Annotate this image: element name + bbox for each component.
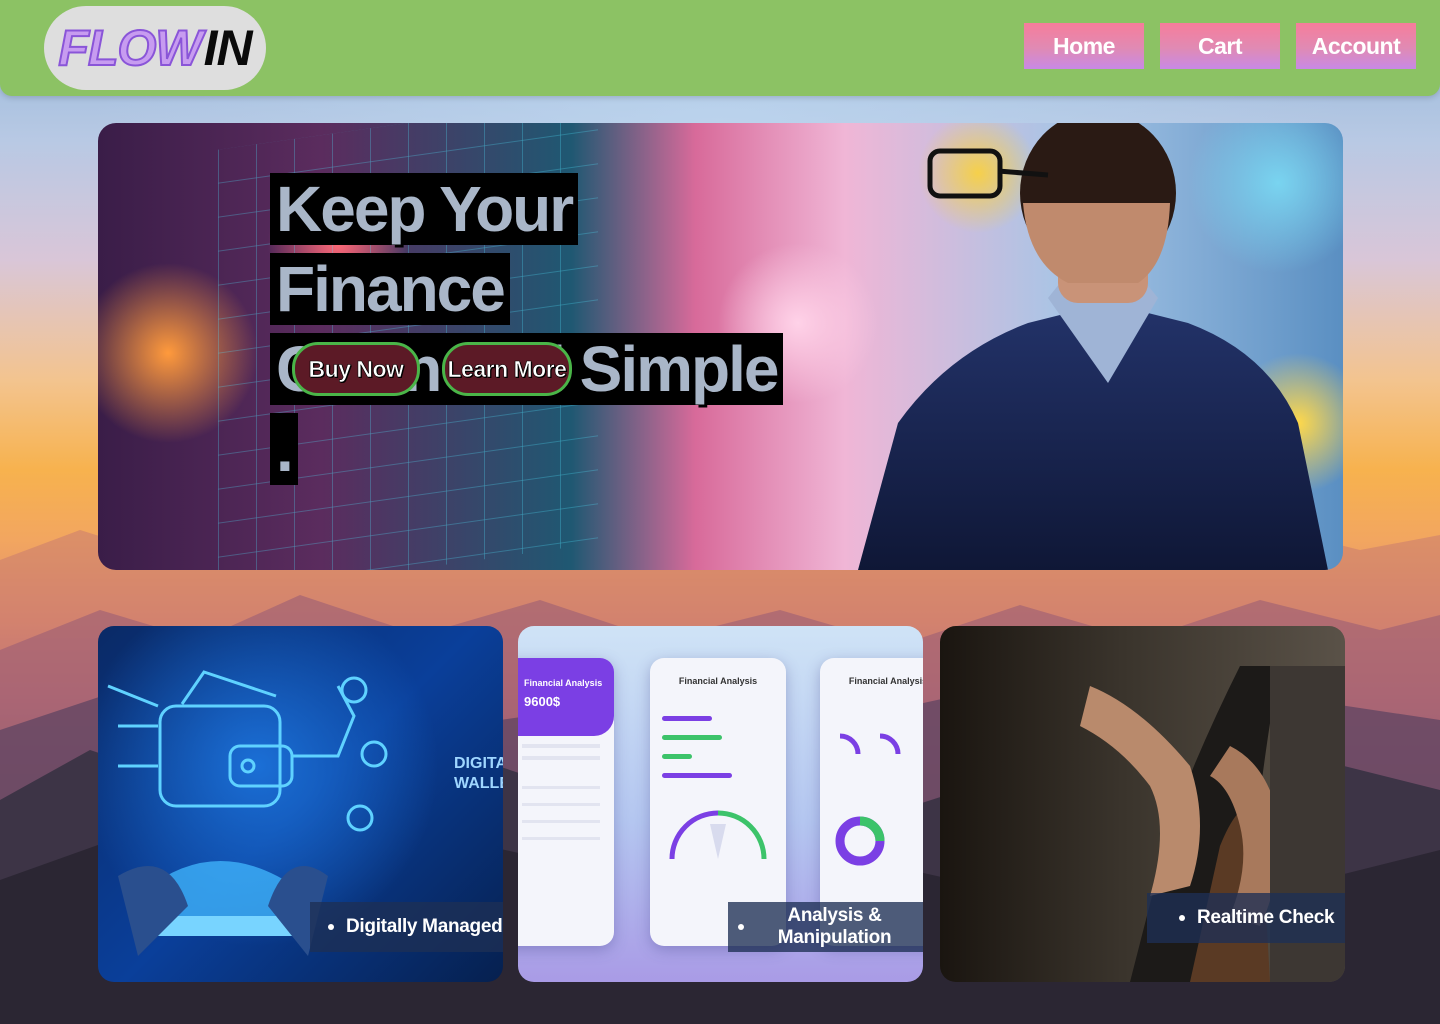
feature-card-realtime[interactable]: Realtime Check <box>940 626 1345 982</box>
hero-banner: Keep Your Finance Clean and Simple . Buy… <box>98 123 1343 570</box>
hero-headline: Keep Your Finance Clean and Simple . <box>270 169 790 489</box>
card-label-text: Analysis & Manipulation <box>777 905 892 948</box>
bullet-icon <box>328 924 334 930</box>
card-label-text: Realtime Check <box>1197 907 1335 928</box>
phone-app-title-right: Financial Analysis <box>848 676 923 686</box>
logo-text-flow: FLOW <box>57 19 203 77</box>
learn-more-button[interactable]: Learn More <box>442 342 572 396</box>
donut-chart-icon <box>835 816 885 866</box>
phone-app-title: Financial Analysis <box>524 678 603 688</box>
logo[interactable]: FLOW IN <box>44 6 266 90</box>
gauge-chart-icon <box>669 810 767 860</box>
feature-card-analysis[interactable]: Financial Analysis 9600$ Financial Analy… <box>518 626 923 982</box>
digital-wallet-caption: DIGITAL WALLET <box>454 755 503 792</box>
phone-balance: 9600$ <box>524 694 561 709</box>
hero-headline-line1: Keep Your Finance <box>270 173 579 325</box>
nav-cart-button[interactable]: Cart <box>1160 23 1280 69</box>
logo-text-in: IN <box>203 20 253 76</box>
buy-now-button[interactable]: Buy Now <box>292 342 420 396</box>
nav-home-button[interactable]: Home <box>1024 23 1144 69</box>
mini-chart-icon <box>839 733 901 755</box>
card-label-digital: Digitally Managed <box>310 902 503 952</box>
nav-account-button[interactable]: Account <box>1296 23 1416 69</box>
bullet-icon <box>1179 915 1185 921</box>
site-header: FLOW IN Home Cart Account <box>0 0 1440 96</box>
card-label-analysis: Analysis & Manipulation <box>728 902 923 952</box>
card-label-realtime: Realtime Check <box>1147 893 1345 943</box>
feature-card-digital[interactable]: DIGITAL WALLET Digitally Managed <box>98 626 503 982</box>
phone-mockup-left: Financial Analysis 9600$ <box>518 658 614 946</box>
bullet-icon <box>738 924 744 930</box>
phone-app-title-center: Financial Analysis <box>678 676 758 686</box>
businessman-image <box>858 123 1328 570</box>
card-label-text: Digitally Managed <box>346 916 503 937</box>
